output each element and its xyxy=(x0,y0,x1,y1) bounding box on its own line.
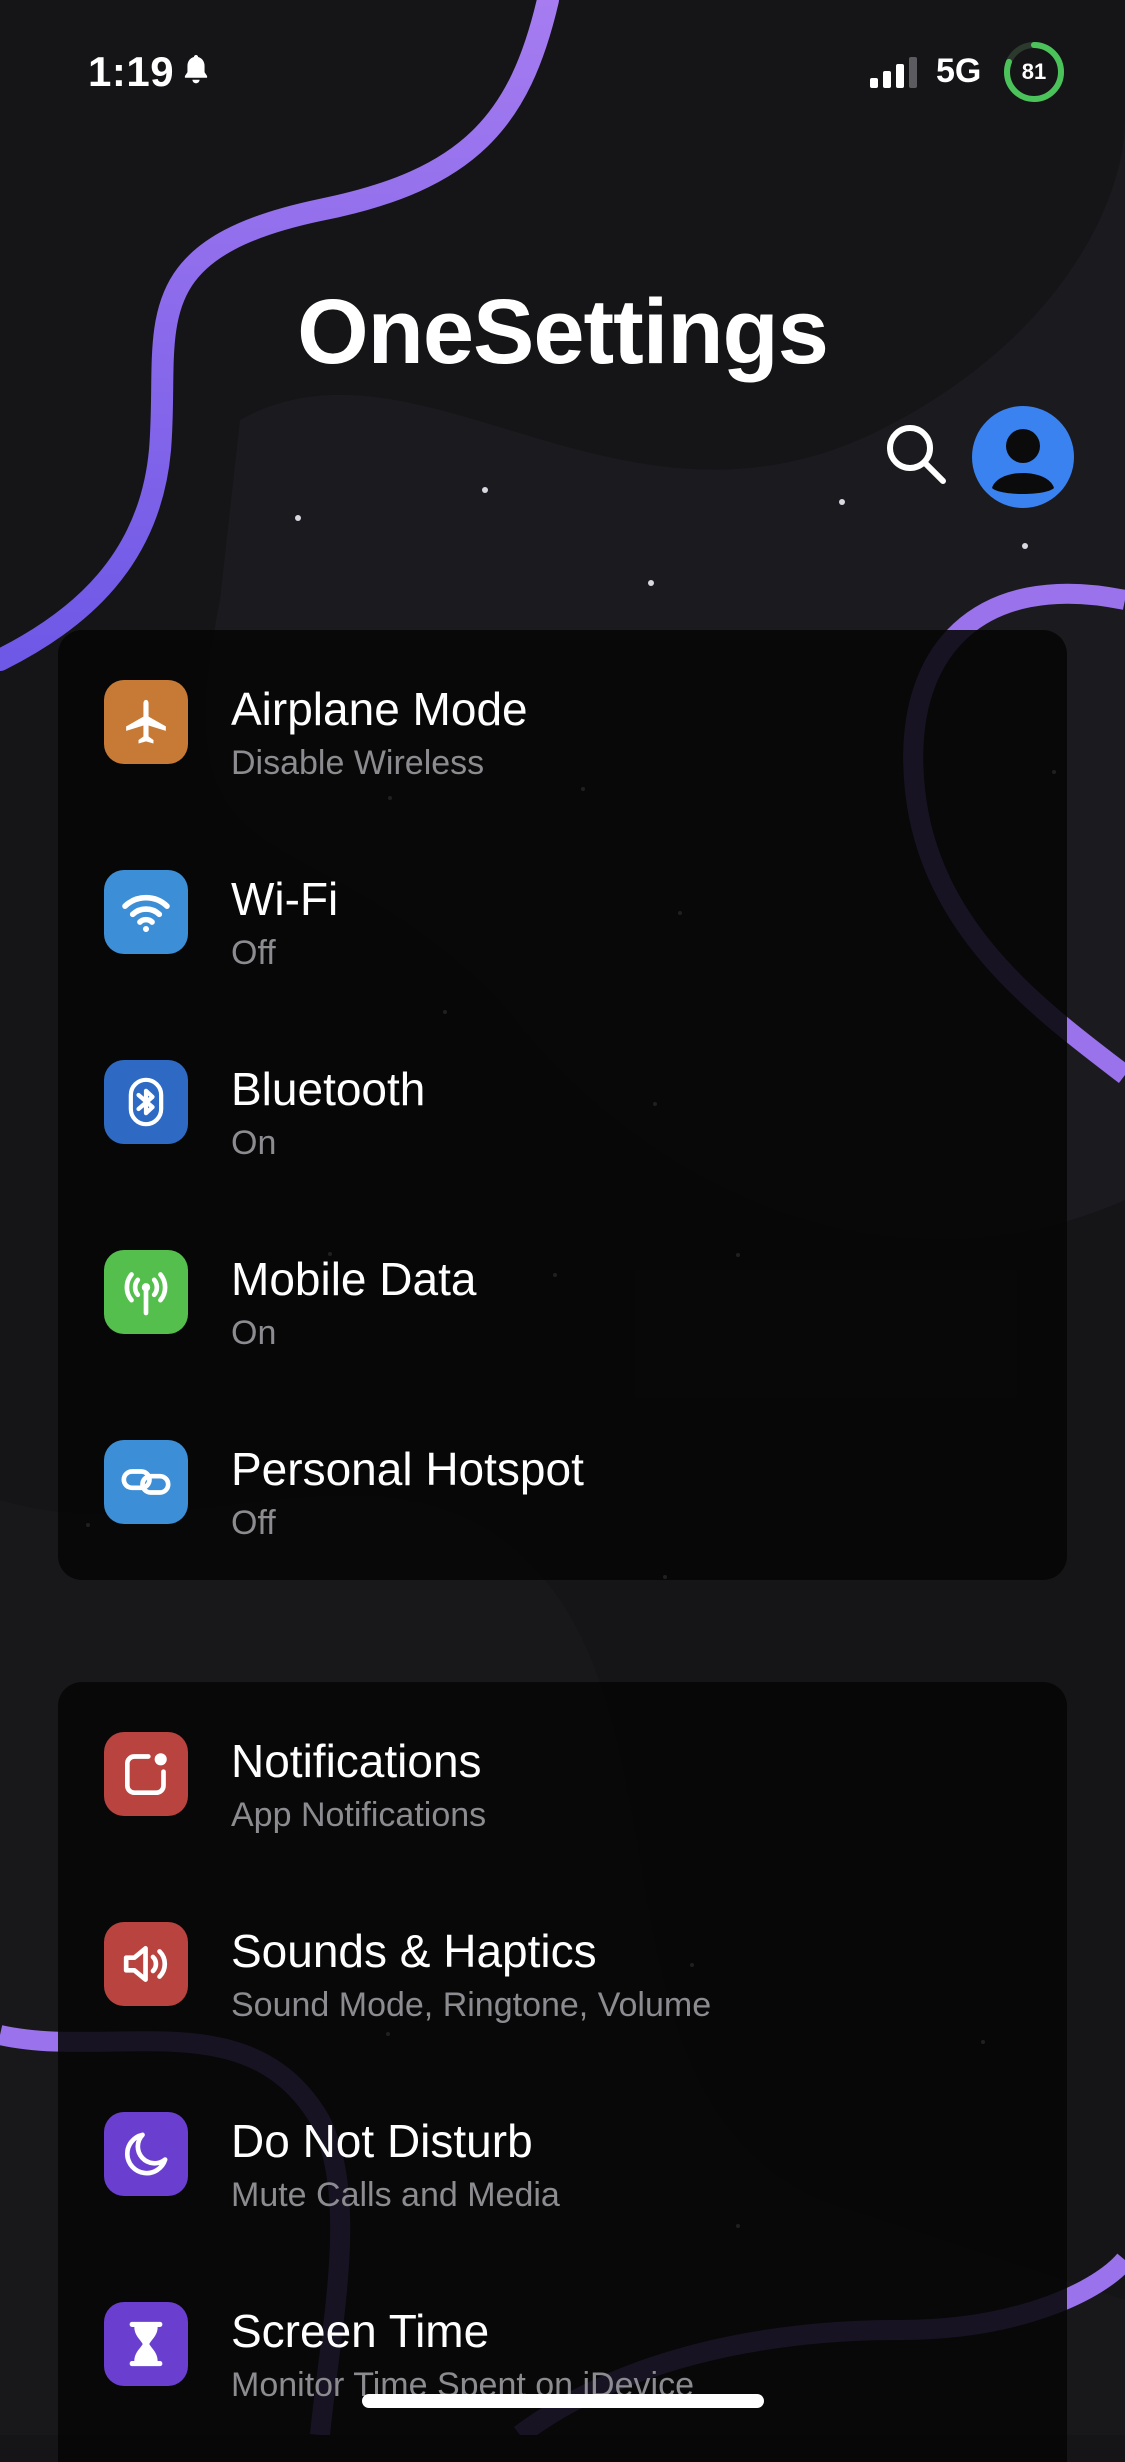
home-indicator xyxy=(362,2394,764,2408)
row-subtitle: App Notifications xyxy=(231,1796,487,1834)
row-title: Personal Hotspot xyxy=(231,1443,584,1495)
wifi-icon xyxy=(104,870,188,954)
row-personal-hotspot[interactable]: Personal Hotspot Off xyxy=(58,1390,1067,1580)
row-subtitle: On xyxy=(231,1314,277,1352)
search-icon[interactable] xyxy=(880,418,952,490)
row-title: Do Not Disturb xyxy=(231,2115,533,2167)
battery-level: 81 xyxy=(1021,59,1047,84)
page-title: OneSettings xyxy=(297,281,829,383)
row-title: Wi-Fi xyxy=(231,873,339,925)
row-subtitle: Off xyxy=(231,1504,276,1542)
antenna-icon xyxy=(104,1250,188,1334)
row-title: Screen Time xyxy=(231,2305,490,2357)
row-do-not-disturb[interactable]: Do Not Disturb Mute Calls and Media xyxy=(58,2062,1067,2252)
hourglass-icon xyxy=(104,2302,188,2386)
row-title: Notifications xyxy=(231,1735,482,1787)
row-mobile-data[interactable]: Mobile Data On xyxy=(58,1200,1067,1390)
row-subtitle: Sound Mode, Ringtone, Volume xyxy=(231,1986,712,2024)
row-title: Sounds & Haptics xyxy=(231,1925,597,1977)
row-sounds-haptics[interactable]: Sounds & Haptics Sound Mode, Ringtone, V… xyxy=(58,1872,1067,2062)
link-icon xyxy=(104,1440,188,1524)
row-bluetooth[interactable]: Bluetooth On xyxy=(58,1010,1067,1200)
bluetooth-icon xyxy=(104,1060,188,1144)
row-wifi[interactable]: Wi-Fi Off xyxy=(58,820,1067,1010)
row-notifications[interactable]: Notifications App Notifications xyxy=(58,1682,1067,1872)
row-subtitle: On xyxy=(231,1124,277,1162)
notification-badge-icon xyxy=(104,1732,188,1816)
row-title: Bluetooth xyxy=(231,1063,426,1115)
network-type: 5G xyxy=(936,52,982,90)
bell-icon xyxy=(184,55,208,84)
row-subtitle: Mute Calls and Media xyxy=(231,2176,560,2214)
connectivity-settings-group: Airplane Mode Disable Wireless Wi-Fi Off… xyxy=(58,630,1067,1580)
row-title: Airplane Mode xyxy=(231,683,528,735)
airplane-icon xyxy=(104,680,188,764)
row-screen-time[interactable]: Screen Time Monitor Time Spent on iDevic… xyxy=(58,2252,1067,2442)
row-title: Mobile Data xyxy=(231,1253,477,1305)
row-airplane-mode[interactable]: Airplane Mode Disable Wireless xyxy=(58,630,1067,820)
status-bar: 1:19 5G 81 xyxy=(0,0,1125,140)
profile-avatar-button[interactable] xyxy=(972,406,1074,508)
notification-settings-group: Notifications App Notifications Sounds &… xyxy=(58,1682,1067,2462)
signal-strength-icon xyxy=(870,57,917,88)
status-time: 1:19 xyxy=(88,48,175,95)
speaker-icon xyxy=(104,1922,188,2006)
row-subtitle: Disable Wireless xyxy=(231,744,485,782)
row-subtitle: Off xyxy=(231,934,276,972)
moon-icon xyxy=(104,2112,188,2196)
